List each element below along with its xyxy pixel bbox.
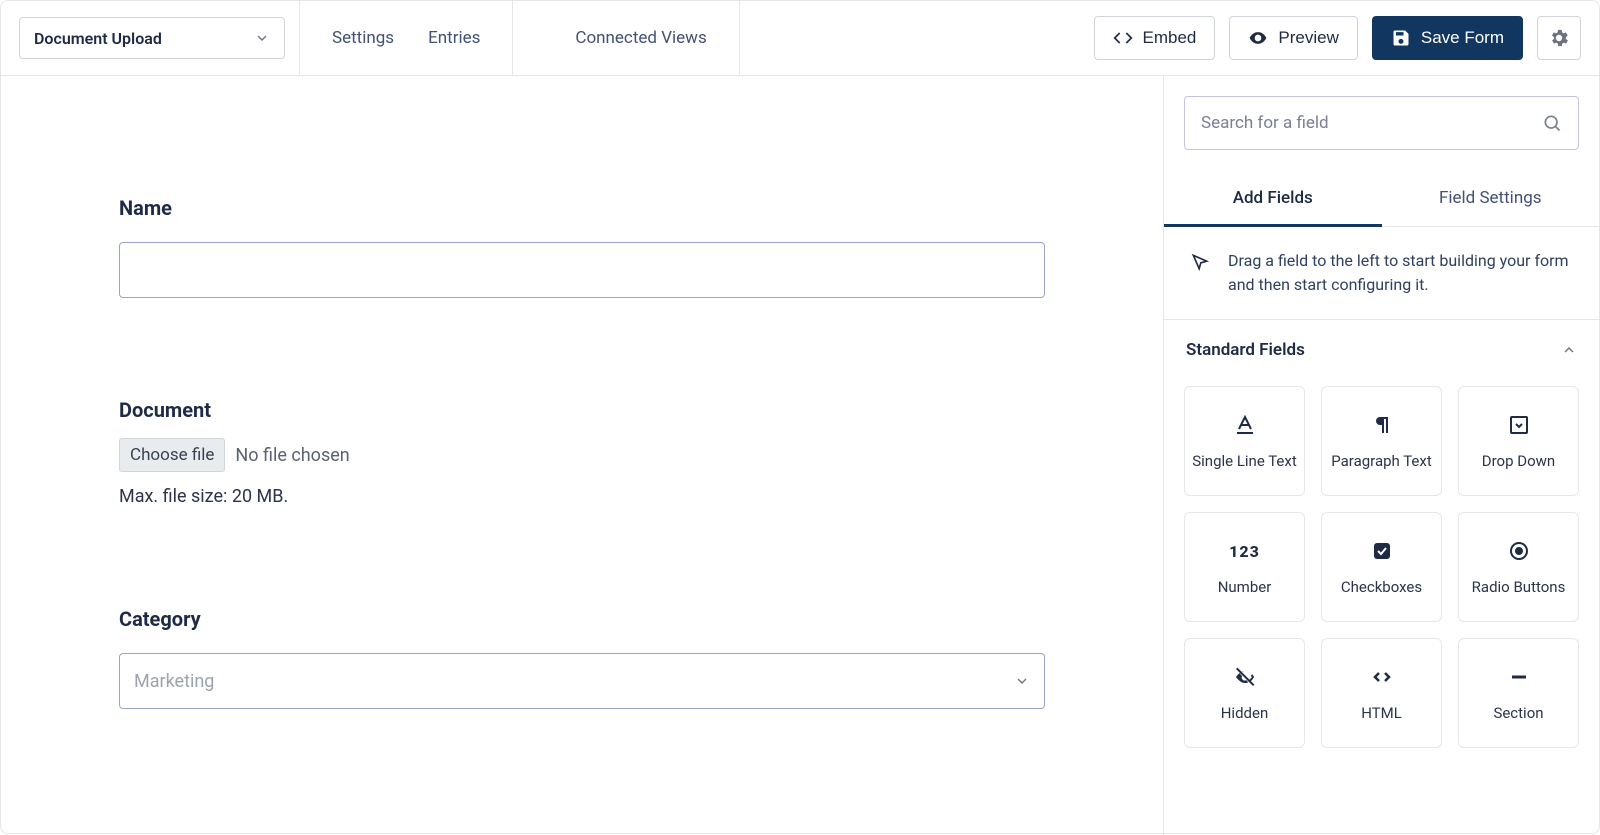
nav-connected-views[interactable]: Connected Views xyxy=(573,20,708,56)
file-status-text: No file chosen xyxy=(235,445,349,466)
field-single-line-text[interactable]: Single Line Text xyxy=(1184,386,1305,496)
hidden-icon xyxy=(1233,664,1257,690)
sidebar-tabs: Add Fields Field Settings xyxy=(1164,174,1599,227)
section-icon xyxy=(1507,664,1531,690)
category-value: Marketing xyxy=(134,671,214,692)
document-label: Document xyxy=(119,398,1045,422)
field-search-input[interactable]: Search for a field xyxy=(1184,96,1579,150)
radio-icon xyxy=(1507,538,1531,564)
paragraph-icon xyxy=(1370,412,1394,438)
embed-label: Embed xyxy=(1143,28,1197,48)
search-placeholder: Search for a field xyxy=(1201,113,1329,133)
field-checkboxes[interactable]: Checkboxes xyxy=(1321,512,1442,622)
choose-file-button[interactable]: Choose file xyxy=(119,438,225,472)
tab-add-fields[interactable]: Add Fields xyxy=(1164,174,1382,227)
field-hidden[interactable]: Hidden xyxy=(1184,638,1305,748)
form-canvas: Name Document Choose file No file chosen… xyxy=(1,76,1163,835)
field-paragraph-text[interactable]: Paragraph Text xyxy=(1321,386,1442,496)
category-select[interactable]: Marketing xyxy=(119,653,1045,709)
name-label: Name xyxy=(119,196,1045,220)
divider xyxy=(512,1,513,76)
field-drop-down[interactable]: Drop Down xyxy=(1458,386,1579,496)
preview-button[interactable]: Preview xyxy=(1229,16,1357,60)
field-section[interactable]: Section xyxy=(1458,638,1579,748)
standard-fields-grid: Single Line Text Paragraph Text Drop Dow… xyxy=(1164,372,1599,748)
preview-label: Preview xyxy=(1278,28,1338,48)
fields-sidebar: Search for a field Add Fields Field Sett… xyxy=(1163,76,1599,835)
dropdown-icon xyxy=(1507,412,1531,438)
code-icon xyxy=(1113,28,1133,48)
save-label: Save Form xyxy=(1421,28,1504,48)
save-icon xyxy=(1391,28,1411,48)
field-number[interactable]: 123 Number xyxy=(1184,512,1305,622)
file-hint: Max. file size: 20 MB. xyxy=(119,486,1045,507)
html-icon xyxy=(1370,664,1394,690)
settings-button[interactable] xyxy=(1537,16,1581,60)
standard-fields-title: Standard Fields xyxy=(1186,340,1305,360)
form-selector-dropdown[interactable]: Document Upload xyxy=(19,17,285,59)
content: Name Document Choose file No file chosen… xyxy=(1,76,1599,835)
cursor-icon xyxy=(1190,252,1210,272)
category-label: Category xyxy=(119,607,1045,631)
standard-fields-header[interactable]: Standard Fields xyxy=(1164,320,1599,372)
eye-icon xyxy=(1248,28,1268,48)
text-icon xyxy=(1233,412,1257,438)
embed-button[interactable]: Embed xyxy=(1094,16,1216,60)
field-document-block[interactable]: Document Choose file No file chosen Max.… xyxy=(119,398,1045,507)
search-icon xyxy=(1542,113,1562,133)
chevron-down-icon xyxy=(254,30,270,46)
form-selector-label: Document Upload xyxy=(34,29,162,48)
chevron-down-icon xyxy=(1014,673,1030,689)
field-radio-buttons[interactable]: Radio Buttons xyxy=(1458,512,1579,622)
gear-icon xyxy=(1548,27,1570,49)
nav-settings[interactable]: Settings xyxy=(330,20,396,56)
field-name-block[interactable]: Name xyxy=(119,196,1045,298)
checkbox-icon xyxy=(1370,538,1394,564)
save-form-button[interactable]: Save Form xyxy=(1372,16,1523,60)
tab-field-settings[interactable]: Field Settings xyxy=(1382,174,1600,227)
field-category-block[interactable]: Category Marketing xyxy=(119,607,1045,709)
drag-hint: Drag a field to the left to start buildi… xyxy=(1164,227,1599,320)
name-input[interactable] xyxy=(119,242,1045,298)
drag-hint-text: Drag a field to the left to start buildi… xyxy=(1228,249,1573,297)
file-row: Choose file No file chosen xyxy=(119,438,1045,472)
field-html[interactable]: HTML xyxy=(1321,638,1442,748)
number-icon: 123 xyxy=(1229,538,1260,564)
divider xyxy=(299,1,300,76)
chevron-up-icon xyxy=(1561,342,1577,358)
topbar: Document Upload Settings Entries Connect… xyxy=(1,1,1599,76)
nav-entries[interactable]: Entries xyxy=(426,20,482,56)
divider xyxy=(739,1,740,76)
